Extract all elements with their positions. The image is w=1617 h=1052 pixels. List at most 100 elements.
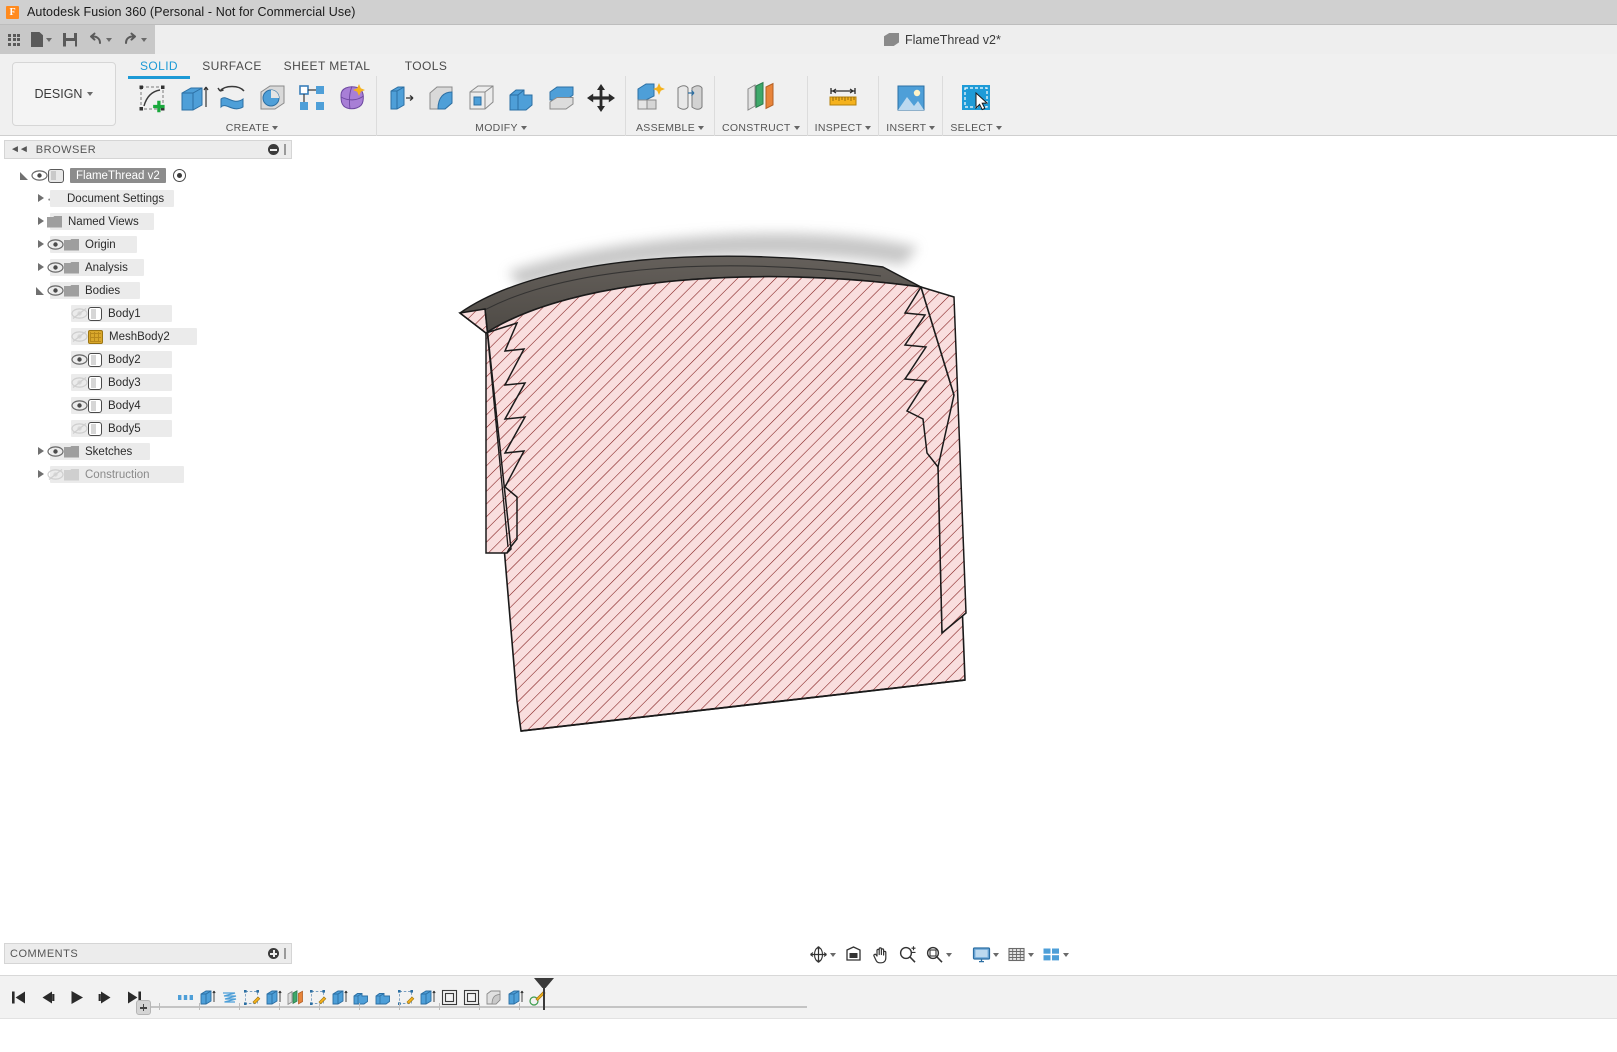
twist-open-icon[interactable] — [34, 284, 47, 297]
visibility-eye-icon[interactable] — [47, 445, 64, 459]
chevron-down-icon[interactable] — [993, 953, 999, 957]
tree-item-document-settings[interactable]: Document Settings — [0, 187, 292, 210]
tree-item-construction[interactable]: Construction — [0, 463, 292, 486]
tree-item-analysis[interactable]: Analysis — [0, 256, 292, 279]
workspace-switcher[interactable]: DESIGN — [12, 62, 116, 126]
chevron-down-icon[interactable] — [106, 38, 112, 42]
form-icon[interactable] — [335, 81, 369, 115]
coil-feature-icon[interactable] — [220, 988, 239, 1007]
twist-closed-icon[interactable] — [34, 238, 47, 251]
combine-feature-icon[interactable] — [352, 988, 371, 1007]
tree-item-origin[interactable]: Origin — [0, 233, 292, 256]
sweep-icon[interactable] — [255, 81, 289, 115]
shell-feature-icon[interactable] — [440, 988, 459, 1007]
visibility-eye-hidden-icon[interactable] — [47, 468, 64, 482]
fillet-icon[interactable] — [424, 81, 458, 115]
extrude-feature-icon[interactable] — [198, 988, 217, 1007]
joint-icon[interactable] — [673, 81, 707, 115]
twist-closed-icon[interactable] — [34, 468, 47, 481]
chevron-down-icon[interactable] — [929, 126, 935, 130]
viewports-icon[interactable] — [1039, 943, 1072, 966]
tree-item-meshbody2[interactable]: MeshBody2 — [0, 325, 292, 348]
chevron-down-icon[interactable] — [996, 126, 1002, 130]
timeline-marker[interactable] — [543, 978, 545, 1010]
select-window-icon[interactable] — [959, 81, 993, 115]
combine-icon[interactable] — [504, 81, 538, 115]
ribbon-group-label-modify[interactable]: MODIFY — [475, 122, 527, 136]
chevron-down-icon[interactable] — [865, 126, 871, 130]
look-at-icon[interactable] — [841, 943, 866, 966]
file-icon[interactable] — [31, 32, 52, 47]
grid-snaps-icon[interactable] — [1004, 943, 1037, 966]
save-icon[interactable] — [63, 33, 77, 47]
ribbon-group-label-create[interactable]: CREATE — [226, 122, 279, 136]
tree-item-body5[interactable]: Body5 — [0, 417, 292, 440]
chevron-down-icon[interactable] — [794, 126, 800, 130]
move-copy-icon[interactable] — [584, 81, 618, 115]
viewport-canvas[interactable] — [293, 137, 1617, 937]
browser-minimize-icon[interactable] — [268, 144, 279, 155]
visibility-eye-hidden-icon[interactable] — [71, 376, 88, 390]
chevron-down-icon[interactable] — [521, 126, 527, 130]
twist-closed-icon[interactable] — [34, 215, 47, 228]
visibility-eye-icon[interactable] — [47, 238, 64, 252]
pattern-icon[interactable] — [295, 81, 329, 115]
go-to-beginning-icon[interactable] — [10, 989, 27, 1006]
chevron-down-icon[interactable] — [46, 38, 52, 42]
visibility-eye-hidden-icon[interactable] — [71, 307, 88, 321]
chevron-down-icon[interactable] — [272, 126, 278, 130]
visibility-eye-icon[interactable] — [47, 284, 64, 298]
chevron-down-icon[interactable] — [698, 126, 704, 130]
visibility-eye-icon[interactable] — [47, 261, 64, 275]
expand-timeline-icon[interactable] — [136, 1000, 151, 1015]
extrude-feature-icon[interactable] — [418, 988, 437, 1007]
tree-item-body4[interactable]: Body4 — [0, 394, 292, 417]
ribbon-group-label-insert[interactable]: INSERT — [886, 122, 935, 136]
twist-open-icon[interactable] — [18, 169, 31, 182]
zoom-icon[interactable] — [895, 943, 920, 966]
ribbon-group-label-inspect[interactable]: INSPECT — [815, 122, 872, 136]
undo-icon[interactable] — [88, 32, 112, 47]
visibility-eye-icon[interactable] — [71, 353, 88, 367]
split-body-icon[interactable] — [544, 81, 578, 115]
twist-closed-icon[interactable] — [34, 261, 47, 274]
twist-closed-icon[interactable] — [34, 192, 47, 205]
revolve-icon[interactable] — [215, 81, 249, 115]
pan-icon[interactable] — [868, 943, 893, 966]
visibility-eye-hidden-icon[interactable] — [71, 330, 88, 344]
comments-resize-grip[interactable] — [284, 948, 286, 959]
sketch-feature-icon[interactable] — [308, 988, 327, 1007]
step-back-icon[interactable] — [39, 989, 56, 1006]
thread-feature-icon[interactable] — [176, 988, 195, 1007]
play-icon[interactable] — [68, 989, 85, 1006]
orbit-icon[interactable] — [806, 943, 839, 966]
zoom-fit-icon[interactable] — [922, 943, 955, 966]
step-forward-icon[interactable] — [97, 989, 114, 1006]
ribbon-group-label-construct[interactable]: CONSTRUCT — [722, 122, 800, 136]
visibility-eye-icon[interactable] — [31, 169, 48, 183]
app-grid-icon[interactable] — [8, 34, 20, 46]
offset-plane-icon[interactable] — [744, 81, 778, 115]
visibility-eye-hidden-icon[interactable] — [71, 422, 88, 436]
combine-feature-icon[interactable] — [374, 988, 393, 1007]
extrude-feature-icon[interactable] — [506, 988, 525, 1007]
tree-item-flamethread[interactable]: FlameThread v2 — [0, 164, 292, 187]
chevron-down-icon[interactable] — [1063, 953, 1069, 957]
add-comment-icon[interactable] — [268, 948, 279, 959]
tree-item-bodies[interactable]: Bodies — [0, 279, 292, 302]
chevron-down-icon[interactable] — [141, 38, 147, 42]
browser-resize-grip[interactable] — [284, 144, 286, 155]
collapse-left-icon[interactable]: ◄◄ — [10, 144, 28, 155]
tree-item-named-views[interactable]: Named Views — [0, 210, 292, 233]
extrude-feature-icon[interactable] — [264, 988, 283, 1007]
shell-icon[interactable] — [464, 81, 498, 115]
ribbon-group-label-assemble[interactable]: ASSEMBLE — [636, 122, 704, 136]
extrude-icon[interactable] — [175, 81, 209, 115]
offset-plane-feature-icon[interactable] — [286, 988, 305, 1007]
chevron-down-icon[interactable] — [946, 953, 952, 957]
insert-image-icon[interactable] — [894, 81, 928, 115]
measure-icon[interactable] — [826, 81, 860, 115]
fillet-feature-icon[interactable] — [484, 988, 503, 1007]
tree-item-body3[interactable]: Body3 — [0, 371, 292, 394]
redo-icon[interactable] — [123, 32, 147, 47]
